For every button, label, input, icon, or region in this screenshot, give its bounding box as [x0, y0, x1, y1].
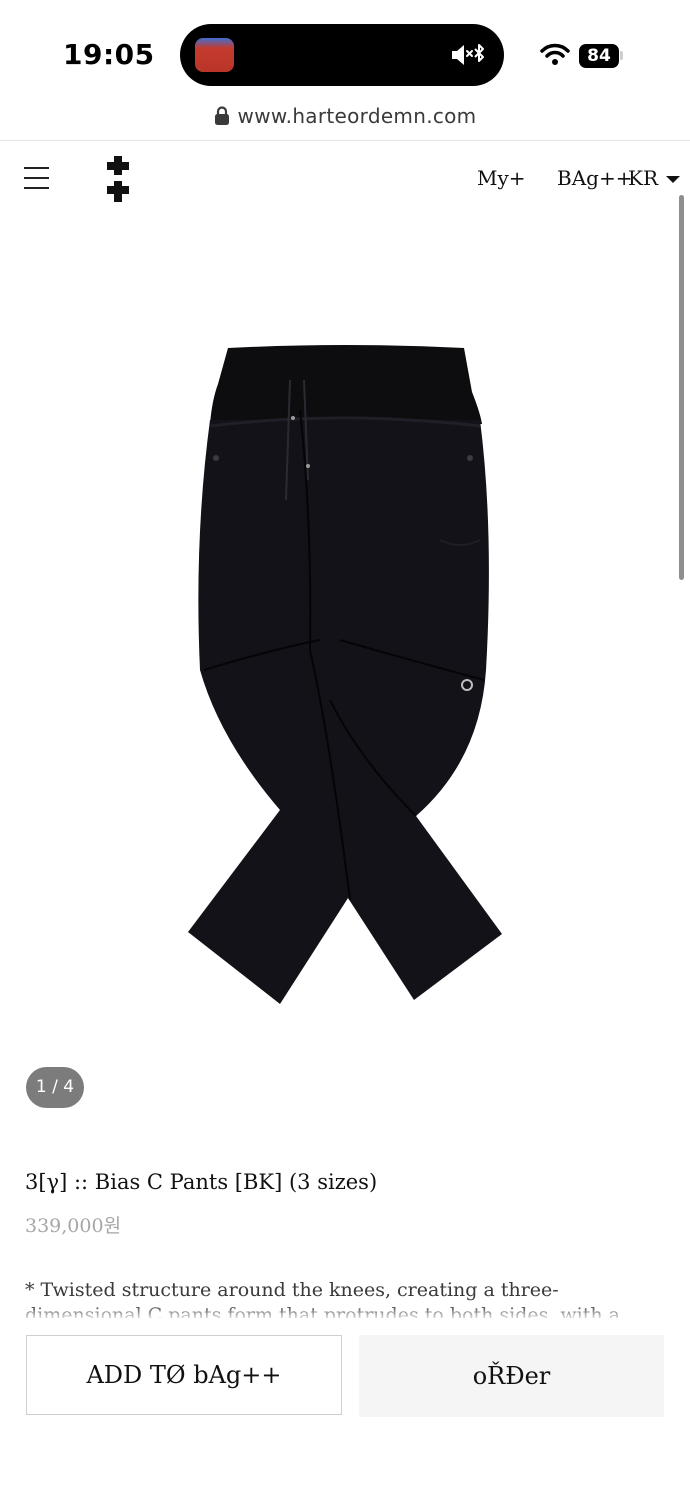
battery-icon: 84: [579, 44, 619, 68]
caret-down-icon: [666, 175, 680, 183]
add-to-bag-button[interactable]: ADD TØ bAg++: [26, 1335, 342, 1415]
lock-icon: [214, 106, 229, 125]
order-button[interactable]: oŘĐer: [359, 1335, 664, 1417]
bag-link[interactable]: BAg++: [557, 166, 632, 190]
scrollbar[interactable]: [679, 195, 684, 580]
battery-nub: [620, 51, 623, 60]
image-counter: 1 / 4: [26, 1067, 84, 1108]
url-bar[interactable]: www.harteordemn.com: [0, 104, 690, 140]
language-selector[interactable]: KR: [628, 166, 680, 190]
bottom-action-bar: ADD TØ bAg++ oŘĐer: [0, 1318, 690, 1500]
mute-bluetooth-icon: [452, 44, 484, 65]
status-time: 19:05: [63, 38, 155, 71]
url-divider: [0, 140, 690, 141]
my-account-link[interactable]: My+: [477, 166, 526, 190]
logo-icon[interactable]: [106, 156, 130, 202]
product-image[interactable]: [180, 340, 510, 1010]
wifi-icon: [540, 43, 570, 65]
status-bar: 19:05 84: [0, 0, 690, 100]
url-text[interactable]: www.harteordemn.com: [238, 104, 477, 128]
app-icon[interactable]: [195, 38, 234, 72]
product-title: 3[γ] :: Bias C Pants [BK] (3 sizes): [25, 1170, 378, 1194]
dynamic-island[interactable]: [180, 24, 504, 86]
hamburger-icon[interactable]: [24, 167, 50, 189]
product-price: 339,000원: [25, 1215, 122, 1237]
product-description: * Twisted structure around the knees, cr…: [25, 1279, 621, 1318]
language-label: KR: [628, 166, 658, 190]
